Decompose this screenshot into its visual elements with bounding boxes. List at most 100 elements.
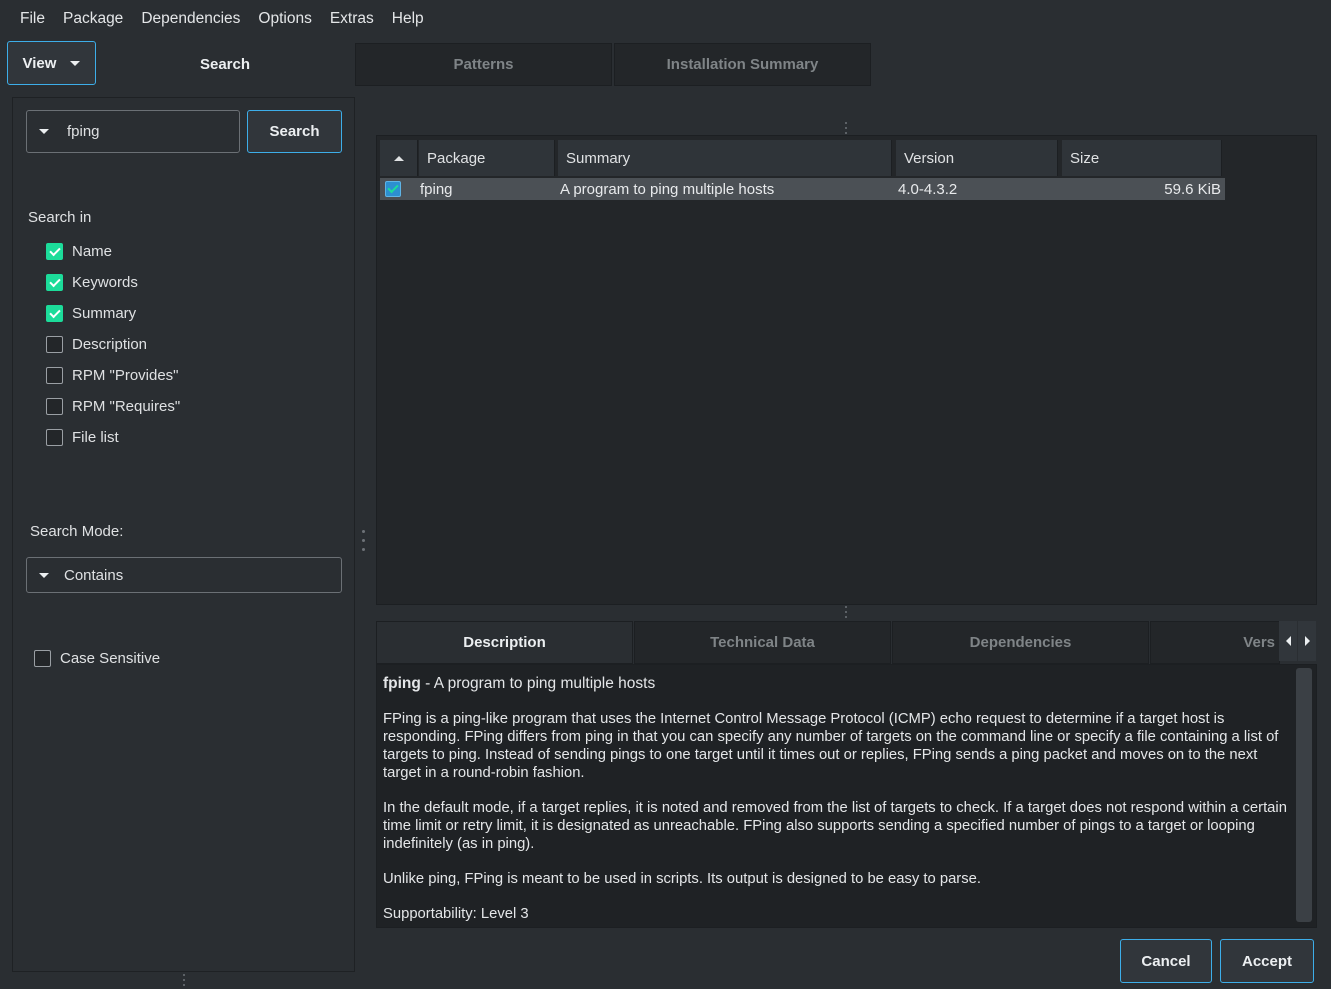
description-paragraph: FPing is a ping-like program that uses t… <box>383 711 1279 781</box>
option-label: RPM "Requires" <box>72 398 181 415</box>
search-in-label: Search in <box>28 209 92 226</box>
tab-search[interactable]: Search <box>97 43 353 86</box>
tab-dependencies[interactable]: Dependencies <box>892 621 1149 664</box>
case-sensitive-checkbox[interactable] <box>34 650 51 667</box>
tab-versions[interactable]: Vers <box>1150 621 1280 664</box>
tab-scroll-right-button[interactable] <box>1298 621 1316 661</box>
option-description[interactable]: Description <box>46 329 180 360</box>
option-label: Summary <box>72 305 137 322</box>
tab-technical-data-label: Technical Data <box>710 634 815 651</box>
option-rpm-requires[interactable]: RPM "Requires" <box>46 391 180 422</box>
package-name: fping <box>383 675 421 692</box>
tab-search-label: Search <box>199 56 251 73</box>
summary-checkbox[interactable] <box>46 305 63 322</box>
chevron-left-icon <box>1285 636 1291 646</box>
search-in-options: Name Keywords Summary Description RPM "P… <box>46 236 180 453</box>
view-menu-button[interactable]: View <box>7 41 96 85</box>
option-label: Description <box>72 336 148 353</box>
tab-technical-data[interactable]: Technical Data <box>634 621 891 664</box>
keywords-checkbox[interactable] <box>46 274 63 291</box>
grip-dot <box>845 132 847 134</box>
search-button[interactable]: Search <box>247 110 342 153</box>
version-cell: 4.0-4.3.2 <box>898 180 958 198</box>
cancel-button-label: Cancel <box>1141 952 1191 970</box>
tab-versions-label: Vers <box>1243 634 1275 651</box>
search-mode-select[interactable]: Contains <box>26 557 342 593</box>
tab-patterns-label: Patterns <box>453 56 514 73</box>
option-summary[interactable]: Summary <box>46 298 180 329</box>
cancel-button[interactable]: Cancel <box>1120 939 1212 983</box>
rpm-requires-checkbox[interactable] <box>46 398 63 415</box>
size-cell: 59.6 KiB <box>1164 180 1221 198</box>
search-mode-value: Contains <box>64 566 124 584</box>
chevron-down-icon[interactable] <box>39 129 49 134</box>
sort-ascending-icon <box>393 155 404 161</box>
option-name[interactable]: Name <box>46 236 180 267</box>
menu-extras[interactable]: Extras <box>321 10 383 28</box>
tab-installation-summary[interactable]: Installation Summary <box>614 43 871 86</box>
grip-dot <box>845 616 847 618</box>
grip-dot <box>845 122 847 124</box>
chevron-down-icon <box>70 60 81 66</box>
column-header-size[interactable]: Size <box>1062 140 1222 176</box>
case-sensitive-option[interactable]: Case Sensitive <box>34 643 160 674</box>
rpm-provides-checkbox[interactable] <box>46 367 63 384</box>
column-header-label: Summary <box>566 149 631 167</box>
description-checkbox[interactable] <box>46 336 63 353</box>
check-icon <box>48 306 61 318</box>
menu-package[interactable]: Package <box>54 10 132 28</box>
summary-cell: A program to ping multiple hosts <box>560 180 775 198</box>
status-column-header[interactable] <box>380 140 418 176</box>
grip-dot <box>845 606 847 608</box>
tab-description-label: Description <box>463 634 546 651</box>
search-mode-label: Search Mode: <box>30 523 124 540</box>
column-header-label: Size <box>1070 149 1100 167</box>
package-summary: - A program to ping multiple hosts <box>420 675 656 692</box>
supportability-text: Supportability: Level 3 <box>383 906 529 922</box>
check-icon <box>48 275 61 287</box>
menu-options[interactable]: Options <box>249 10 320 28</box>
search-input[interactable]: fping <box>26 110 240 153</box>
option-file-list[interactable]: File list <box>46 422 180 453</box>
view-button-label: View <box>22 54 57 72</box>
accept-button[interactable]: Accept <box>1220 939 1314 983</box>
grip-dot <box>183 974 185 976</box>
grip-dot <box>362 539 365 542</box>
tab-description[interactable]: Description <box>376 621 633 664</box>
menu-dependencies[interactable]: Dependencies <box>132 10 249 28</box>
description-scrollbar[interactable] <box>1296 668 1312 922</box>
menu-help[interactable]: Help <box>383 10 433 28</box>
description-paragraph: In the default mode, if a target replies… <box>383 800 1287 852</box>
name-checkbox[interactable] <box>46 243 63 260</box>
status-cell[interactable] <box>385 178 403 200</box>
description-text: fping - A program to ping multiple hosts… <box>383 675 1291 927</box>
description-paragraph: Unlike ping, FPing is meant to be used i… <box>383 871 981 887</box>
option-keywords[interactable]: Keywords <box>46 267 180 298</box>
package-table: Package Summary Version Size fping A pro… <box>376 135 1317 605</box>
column-header-package[interactable]: Package <box>419 140 555 176</box>
column-header-version[interactable]: Version <box>896 140 1058 176</box>
tab-scroll-left-button[interactable] <box>1279 621 1297 661</box>
table-row[interactable]: fping A program to ping multiple hosts 4… <box>380 178 1225 200</box>
description-panel: fping - A program to ping multiple hosts… <box>376 664 1317 928</box>
tab-installation-summary-label: Installation Summary <box>666 56 819 73</box>
option-label: File list <box>72 429 119 446</box>
install-checkbox-icon[interactable] <box>385 181 401 197</box>
menubar: File Package Dependencies Options Extras… <box>0 0 1331 38</box>
tab-dependencies-label: Dependencies <box>969 634 1072 651</box>
check-icon <box>48 244 61 256</box>
accept-button-label: Accept <box>1241 952 1293 970</box>
option-rpm-provides[interactable]: RPM "Provides" <box>46 360 180 391</box>
menu-file[interactable]: File <box>11 10 54 28</box>
option-label: RPM "Provides" <box>72 367 179 384</box>
search-input-value[interactable]: fping <box>67 123 100 140</box>
grip-dot <box>183 979 185 981</box>
column-header-label: Package <box>427 149 486 167</box>
tab-patterns[interactable]: Patterns <box>355 43 612 86</box>
column-header-summary[interactable]: Summary <box>558 140 892 176</box>
search-button-label: Search <box>269 123 320 140</box>
chevron-down-icon <box>39 572 49 578</box>
option-label: Name <box>72 243 113 260</box>
file-list-checkbox[interactable] <box>46 429 63 446</box>
column-header-label: Version <box>904 149 955 167</box>
